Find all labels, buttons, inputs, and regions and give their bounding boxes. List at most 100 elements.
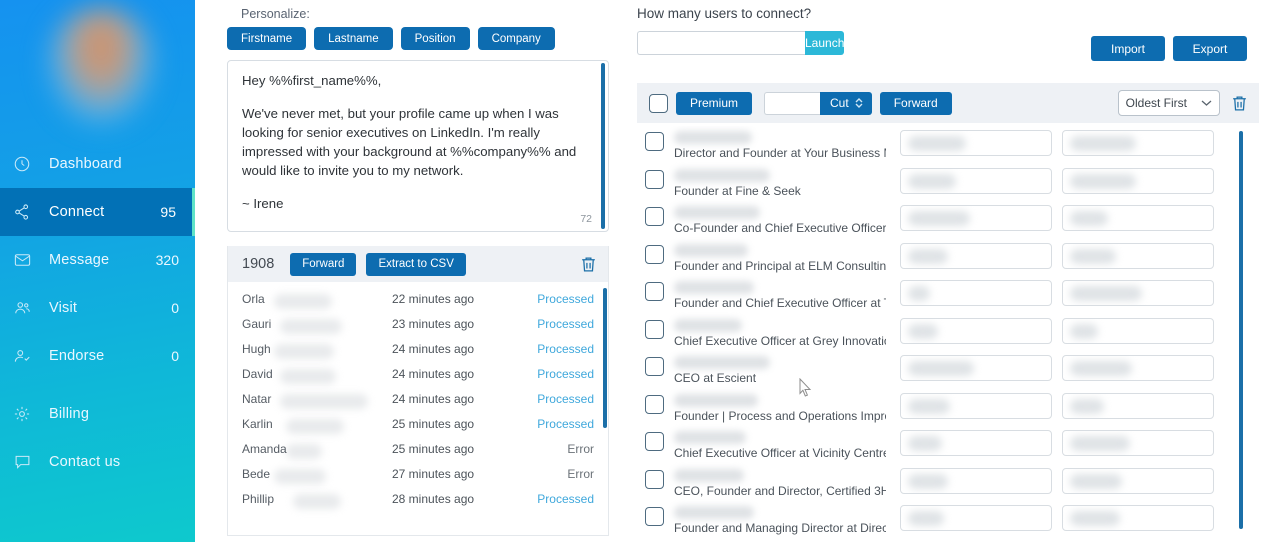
user-field-1[interactable] xyxy=(900,242,1052,269)
forward-button-toolbar[interactable]: Forward xyxy=(879,91,952,115)
processed-row[interactable]: Bede 27 minutes ago Error xyxy=(228,461,608,486)
trash-icon[interactable] xyxy=(579,255,598,274)
processed-row[interactable]: Phillip 28 minutes ago Processed xyxy=(228,486,608,511)
processed-row[interactable]: Natar 24 minutes ago Processed xyxy=(228,386,608,411)
user-field-1[interactable] xyxy=(900,392,1052,419)
user-row[interactable]: Founder at Fine & Seek xyxy=(637,164,1259,202)
user-row-checkbox[interactable] xyxy=(645,319,664,339)
user-field-1[interactable] xyxy=(900,130,1052,156)
user-row[interactable]: Chief Executive Officer at Grey Innovati… xyxy=(637,314,1259,352)
redacted-user-name xyxy=(674,431,746,444)
user-field-2[interactable] xyxy=(1062,242,1214,269)
processed-time: 24 minutes ago xyxy=(392,391,475,406)
sidebar-item-billing[interactable]: Billing xyxy=(0,390,195,438)
user-row[interactable]: CEO, Founder and Director, Certified 3HA… xyxy=(637,464,1259,502)
cut-input[interactable] xyxy=(764,91,821,115)
user-field-2[interactable] xyxy=(1062,467,1214,494)
user-field-2[interactable] xyxy=(1062,430,1214,456)
user-row-checkbox[interactable] xyxy=(645,357,664,376)
user-row-checkbox[interactable] xyxy=(645,432,664,451)
processed-list-scrollbar[interactable] xyxy=(603,288,607,428)
user-field-2[interactable] xyxy=(1062,505,1214,531)
sidebar-item-contact-us[interactable]: Contact us xyxy=(0,438,195,486)
user-field-2[interactable] xyxy=(1062,355,1214,381)
user-row-checkbox[interactable] xyxy=(645,282,664,301)
user-field-1[interactable] xyxy=(900,505,1052,531)
user-field-1[interactable] xyxy=(900,430,1052,456)
user-field-2[interactable] xyxy=(1062,392,1214,419)
application-window: Dashboard Connect 95 Message 320 Visit 0 Endors… xyxy=(0,0,1267,542)
user-row[interactable]: Chief Executive Officer at Vicinity Cent… xyxy=(637,426,1259,464)
sidebar-item-dashboard[interactable]: Dashboard xyxy=(0,140,195,188)
user-row[interactable]: Founder | Process and Operations Improve… xyxy=(637,389,1259,427)
sidebar-item-connect[interactable]: Connect 95 xyxy=(0,188,195,236)
import-button[interactable]: Import xyxy=(1091,36,1165,61)
launch-button[interactable]: Launch xyxy=(805,31,845,55)
sidebar-item-label: Connect xyxy=(49,204,105,220)
user-field-2[interactable] xyxy=(1062,167,1214,194)
user-field-2[interactable] xyxy=(1062,317,1214,344)
user-field-1[interactable] xyxy=(900,205,1052,231)
select-all-checkbox[interactable] xyxy=(649,93,668,113)
extract-to-csv-button[interactable]: Extract to CSV xyxy=(366,252,466,276)
processed-firstname: David xyxy=(242,366,273,381)
personalize-chip-lastname[interactable]: Lastname xyxy=(314,27,393,50)
user-row-checkbox[interactable] xyxy=(645,244,664,264)
user-row-checkbox[interactable] xyxy=(645,469,664,489)
user-row[interactable]: Director and Founder at Your Business Mo… xyxy=(637,126,1259,164)
sidebar-item-visit[interactable]: Visit 0 xyxy=(0,284,195,332)
user-identity: Founder at Fine & Seek xyxy=(674,166,886,198)
user-row[interactable]: Founder and Chief Executive Officer at T… xyxy=(637,276,1259,314)
processed-row[interactable]: Hugh 24 minutes ago Processed xyxy=(228,336,608,361)
user-field-1[interactable] xyxy=(900,280,1052,306)
processed-row[interactable]: Gauri 23 minutes ago Processed xyxy=(228,311,608,336)
premium-button[interactable]: Premium xyxy=(676,91,753,115)
user-field-1[interactable] xyxy=(900,467,1052,494)
sidebar-item-message[interactable]: Message 320 xyxy=(0,236,195,284)
user-row[interactable]: Founder and Principal at ELM Consulting … xyxy=(637,239,1259,277)
personalize-chip-company[interactable]: Company xyxy=(477,27,555,50)
trash-icon-toolbar[interactable] xyxy=(1230,94,1249,113)
user-field-2[interactable] xyxy=(1062,130,1214,156)
message-textarea[interactable]: Hey %%first_name%%, We've never met, but… xyxy=(227,60,609,232)
processed-row[interactable]: David 24 minutes ago Processed xyxy=(228,361,608,386)
processed-row[interactable]: Amanda 25 minutes ago Error xyxy=(228,436,608,461)
user-field-1[interactable] xyxy=(900,317,1052,344)
user-row-checkbox[interactable] xyxy=(645,207,664,226)
processed-firstname: Amanda xyxy=(242,441,287,456)
user-row-checkbox[interactable] xyxy=(645,394,664,414)
user-field-1[interactable] xyxy=(900,355,1052,381)
redacted-field-value xyxy=(908,211,970,226)
user-row[interactable]: Co-Founder and Chief Executive Officer a… xyxy=(637,201,1259,239)
processed-list-card: 1908 Forward Extract to CSV Orla 22 minut… xyxy=(227,246,609,536)
users-to-connect-input[interactable] xyxy=(637,31,805,55)
sidebar-item-count: 320 xyxy=(155,252,179,268)
forward-button[interactable]: Forward xyxy=(290,252,357,276)
processed-row[interactable]: Orla 22 minutes ago Processed xyxy=(228,286,608,311)
redacted-user-name xyxy=(674,318,742,332)
redacted-user-name xyxy=(674,506,754,519)
processed-name-cell: Orla xyxy=(242,292,392,309)
connect-question: How many users to connect? xyxy=(637,6,812,21)
personalize-chip-position[interactable]: Position xyxy=(400,27,470,50)
user-field-1[interactable] xyxy=(900,167,1052,194)
user-row[interactable]: CEO at Escient xyxy=(637,351,1259,389)
processed-time: 25 minutes ago xyxy=(392,416,475,431)
stepper-up-down-icon[interactable] xyxy=(854,96,864,110)
user-list-scrollbar[interactable] xyxy=(1239,131,1243,529)
processed-row[interactable]: Karlin 25 minutes ago Processed xyxy=(228,411,608,436)
personalize-chip-firstname[interactable]: Firstname xyxy=(227,27,307,50)
sidebar-item-endorse[interactable]: Endorse 0 xyxy=(0,332,195,380)
user-field-2[interactable] xyxy=(1062,205,1214,231)
user-row-checkbox[interactable] xyxy=(645,132,664,151)
avatar xyxy=(46,8,156,126)
user-row[interactable]: Founder and Managing Director at Direct … xyxy=(637,501,1259,539)
message-scrollbar[interactable] xyxy=(601,63,605,229)
cut-button[interactable]: Cut xyxy=(820,91,872,115)
user-row-checkbox[interactable] xyxy=(645,169,664,189)
export-button[interactable]: Export xyxy=(1173,36,1247,61)
personalize-label: Personalize: xyxy=(241,7,310,21)
sort-select[interactable]: Oldest First xyxy=(1117,90,1220,116)
user-field-2[interactable] xyxy=(1062,280,1214,306)
user-row-checkbox[interactable] xyxy=(645,507,664,526)
